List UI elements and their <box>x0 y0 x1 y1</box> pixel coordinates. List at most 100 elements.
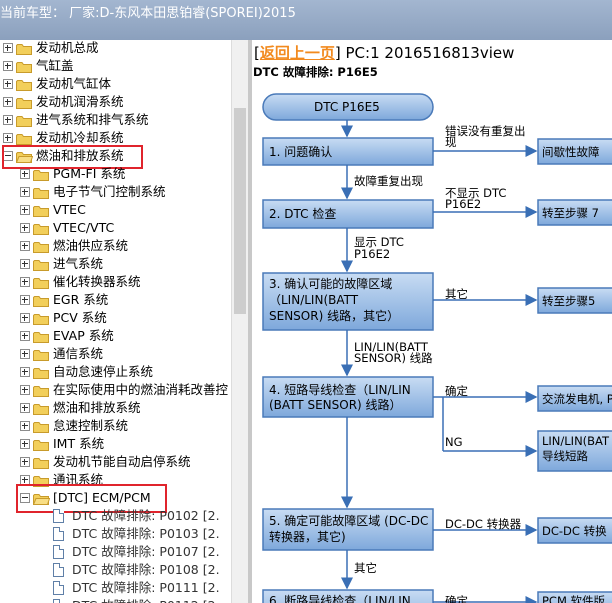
document-icon <box>53 527 64 541</box>
tree-item-label: DTC 故障排除: P0111 [2. <box>72 580 220 595</box>
expand-plus-icon[interactable] <box>20 205 30 215</box>
tree-scrollbar[interactable] <box>231 40 248 603</box>
tree-item-label: 燃油和排放系统 <box>53 400 141 415</box>
folder-icon <box>16 132 33 145</box>
tree-leaf-document[interactable]: DTC 故障排除: P0103 [2. <box>0 525 231 543</box>
title-bar-text: 当前车型： 厂家:D-东风本田思铂睿(SPOREI)2015 <box>0 6 296 21</box>
tree-item-label: 怠速控制系统 <box>53 418 129 433</box>
tree-node[interactable]: EVAP 系统 <box>0 327 231 345</box>
expand-plus-icon[interactable] <box>20 331 30 341</box>
expand-plus-icon[interactable] <box>20 169 30 179</box>
folder-icon <box>33 384 50 397</box>
tree-node[interactable]: PCV 系统 <box>0 309 231 327</box>
expand-plus-icon[interactable] <box>3 97 13 107</box>
expand-plus-icon[interactable] <box>20 241 30 251</box>
folder-icon <box>33 402 50 415</box>
expand-plus-icon[interactable] <box>3 79 13 89</box>
tree-leaf-document[interactable]: DTC 故障排除: P0108 [2. <box>0 561 231 579</box>
expand-plus-icon[interactable] <box>3 133 13 143</box>
tree-node[interactable]: 发动机总成 <box>0 40 231 57</box>
tree-node[interactable]: IMT 系统 <box>0 435 231 453</box>
step-3-label: （LIN/LIN(BATT <box>269 293 359 307</box>
tree-node[interactable]: 电子节气门控制系统 <box>0 183 231 201</box>
step-6-branch-label: 确定 <box>445 594 468 603</box>
expand-plus-icon[interactable] <box>3 43 13 53</box>
folder-icon <box>33 348 50 361</box>
tree-node[interactable]: 怠速控制系统 <box>0 417 231 435</box>
expand-plus-icon[interactable] <box>20 403 30 413</box>
tree-node[interactable]: 发动机节能自动启停系统 <box>0 453 231 471</box>
expand-plus-icon[interactable] <box>20 385 30 395</box>
tree-scrollbar-thumb[interactable] <box>234 108 246 314</box>
tree-leaf-document[interactable]: DTC 故障排除: P0112 [2. <box>0 597 231 603</box>
expand-plus-icon[interactable] <box>3 61 13 71</box>
folder-icon <box>16 114 33 127</box>
tree-item-label: PCV 系统 <box>53 310 107 325</box>
step-4-label: 4. 短路导线检查（LIN/LIN <box>269 382 411 397</box>
step-4-ng-label: NG <box>445 435 463 449</box>
tree-node[interactable]: 进气系统和排气系统 <box>0 111 231 129</box>
folder-icon <box>16 42 33 55</box>
tree-item-label: 进气系统和排气系统 <box>36 112 149 127</box>
tree-node[interactable]: 燃油和排放系统 <box>0 399 231 417</box>
tree-item-label: 自动怠速停止系统 <box>53 364 154 379</box>
tree-node[interactable]: 气缸盖 <box>0 57 231 75</box>
tree-node[interactable]: VTEC/VTC <box>0 219 231 237</box>
tree-node[interactable]: 在实际使用中的燃油消耗改善控 <box>0 381 231 399</box>
expand-plus-icon[interactable] <box>20 223 30 233</box>
expand-plus-icon[interactable] <box>20 421 30 431</box>
folder-icon <box>16 78 33 91</box>
step-6-label: 6. 断路导线检查（LIN/LIN <box>269 593 411 603</box>
tree-item-label: 电子节气门控制系统 <box>53 184 166 199</box>
tree-item-label: IMT 系统 <box>53 436 105 451</box>
tree-node[interactable]: 燃油供应系统 <box>0 237 231 255</box>
tree-node[interactable]: 进气系统 <box>0 255 231 273</box>
expand-plus-icon[interactable] <box>20 367 30 377</box>
step-4-label: (BATT SENSOR) 线路） <box>269 397 402 412</box>
step-1-label: 1. 问题确认 <box>269 145 332 159</box>
expand-plus-icon[interactable] <box>20 295 30 305</box>
expand-plus-icon[interactable] <box>20 349 30 359</box>
folder-icon <box>33 204 50 217</box>
folder-icon <box>33 366 50 379</box>
tree-item-label: 发动机气缸体 <box>36 76 112 91</box>
folder-icon <box>16 60 33 73</box>
tree-item-label: EGR 系统 <box>53 292 109 307</box>
step-2-branch-label: P16E2 <box>445 197 481 211</box>
expand-plus-icon[interactable] <box>20 259 30 269</box>
expand-plus-icon[interactable] <box>20 277 30 287</box>
tree-node[interactable]: 催化转换器系统 <box>0 273 231 291</box>
step-4-ng-result-label: LIN/LIN(BAT <box>542 434 610 448</box>
tree-leaf-document[interactable]: DTC 故障排除: P0111 [2. <box>0 579 231 597</box>
tree-node[interactable]: 通信系统 <box>0 345 231 363</box>
tree-item-label: 发动机总成 <box>36 40 99 55</box>
expand-plus-icon[interactable] <box>20 187 30 197</box>
step-3-label: SENSOR) 线路，其它） <box>269 308 399 323</box>
folder-icon <box>33 258 50 271</box>
step-1-branch-label: 错误没有重复出 <box>445 124 526 138</box>
folder-icon <box>16 96 33 109</box>
tree-node[interactable]: 发动机气缸体 <box>0 75 231 93</box>
expand-plus-icon[interactable] <box>20 313 30 323</box>
start-node-label: DTC P16E5 <box>314 100 380 114</box>
expand-plus-icon[interactable] <box>20 457 30 467</box>
document-icon <box>53 581 64 595</box>
tree-node[interactable]: PGM-FI 系统 <box>0 165 231 183</box>
document-icon <box>53 563 64 577</box>
tree-node[interactable]: 发动机润滑系统 <box>0 93 231 111</box>
folder-icon <box>33 330 50 343</box>
folder-icon <box>33 420 50 433</box>
document-icon <box>53 599 64 603</box>
tree-node[interactable]: 自动怠速停止系统 <box>0 363 231 381</box>
step-2-label: 2. DTC 检查 <box>269 206 336 221</box>
expand-plus-icon[interactable] <box>3 115 13 125</box>
navigation-tree[interactable]: 发动机总成 气缸盖 发动机气缸体 发动机润滑系统 进气系统和排气系统 发动机冷却系统 燃油和… <box>0 40 231 603</box>
content-pane: [返回上一页] PC:1 2016516813view DTC 故障排除: P1… <box>252 40 612 603</box>
tree-node[interactable]: EGR 系统 <box>0 291 231 309</box>
tree-item-label: 燃油供应系统 <box>53 238 129 253</box>
expand-plus-icon[interactable] <box>20 439 30 449</box>
tree-node[interactable]: VTEC <box>0 201 231 219</box>
tree-leaf-document[interactable]: DTC 故障排除: P0107 [2. <box>0 543 231 561</box>
tree-leaf-document[interactable]: DTC 故障排除: P0102 [2. <box>0 507 231 525</box>
step-4-yes-label: 确定 <box>445 384 468 398</box>
